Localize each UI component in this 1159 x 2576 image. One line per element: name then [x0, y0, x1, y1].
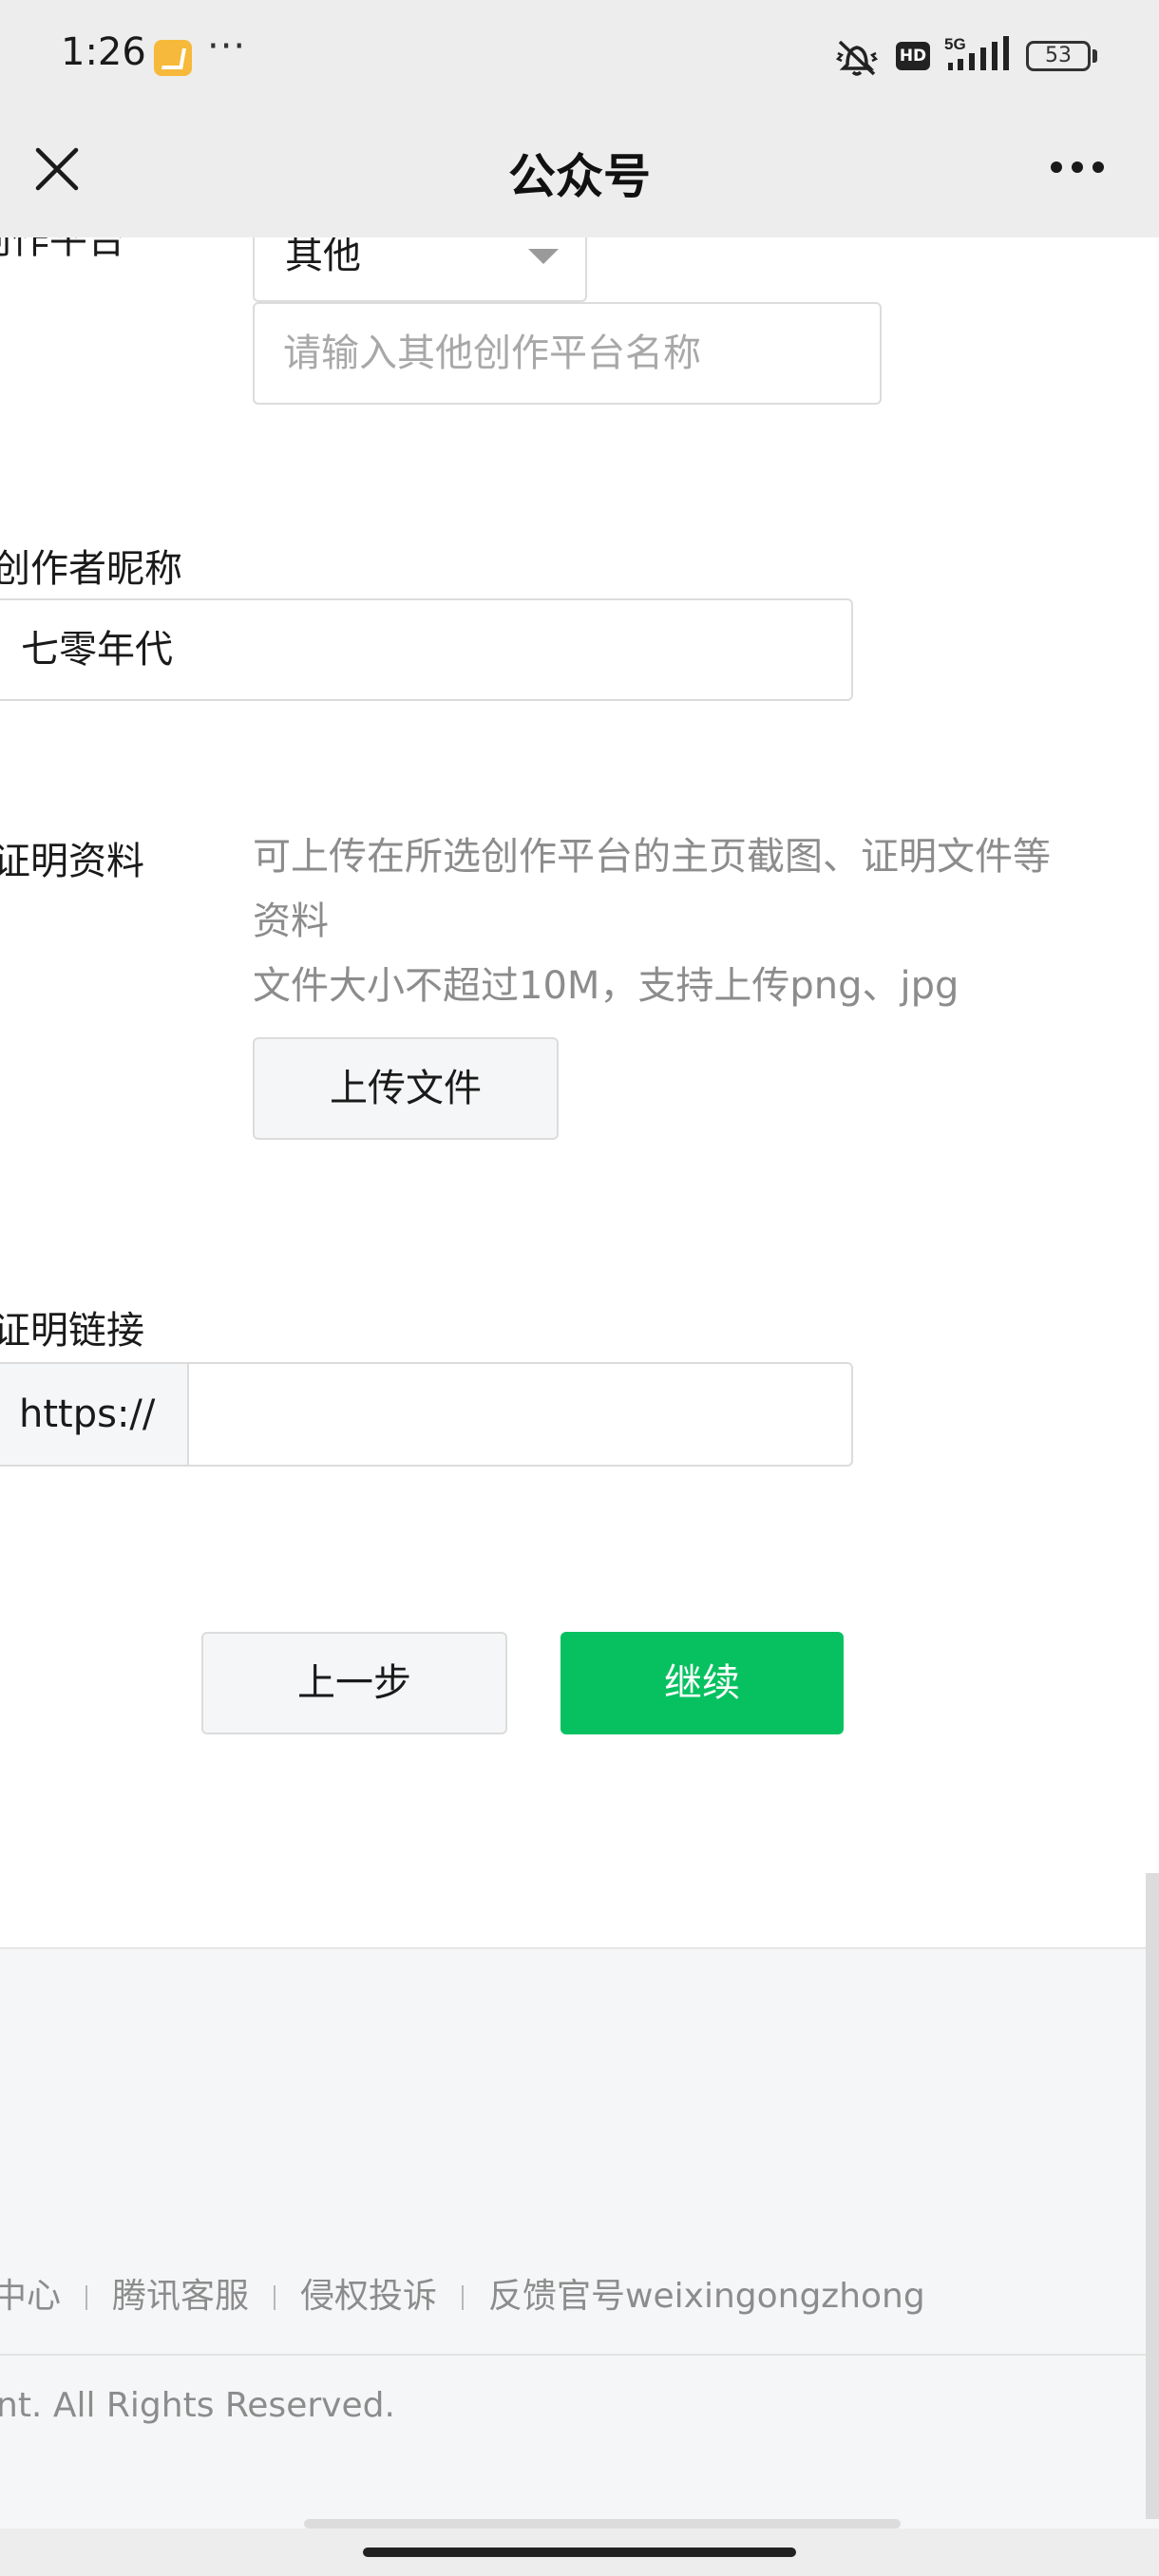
page: 1:26 ··· HD 5G 53 公众号 作平台 其他 请输入其他创作平台名称…: [0, 0, 1159, 2576]
copyright-text: nt. All Rights Reserved.: [0, 2386, 395, 2425]
footer-link-tencent-support[interactable]: 腾讯客服: [112, 2277, 249, 2316]
footer-separator: [462, 2285, 465, 2310]
nickname-input[interactable]: 七零年代: [0, 598, 853, 701]
nav-bar: 公众号: [0, 112, 1159, 237]
url-prefix-text: https://: [19, 1392, 156, 1436]
url-prefix: https://: [0, 1364, 189, 1465]
home-indicator[interactable]: [363, 2548, 796, 2557]
footer: 中心 腾讯客服 侵权投诉 反馈官号weixingongzhong nt. All Ri…: [0, 1947, 1159, 2538]
status-time: 1:26: [61, 30, 146, 74]
vibrate-mute-icon: [835, 40, 879, 76]
footer-links: 中心 腾讯客服 侵权投诉 反馈官号weixingongzhong: [0, 2268, 925, 2318]
more-notifications-icon: ···: [207, 25, 247, 68]
network-type-label: 5G: [944, 35, 966, 53]
proof-link-field: https://: [0, 1362, 853, 1467]
footer-link-feedback[interactable]: 反馈官号weixingongzhong: [488, 2277, 925, 2316]
proof-material-label: 证明资料: [0, 840, 144, 883]
notes-app-icon: [154, 40, 192, 76]
battery-tip: [1092, 49, 1097, 63]
form-content: 创作平台 其他 创作者昵称 七零年代 证明资料 可上传在所选创作平台的主页截图、…: [0, 237, 1159, 1947]
vertical-scrollbar[interactable]: [1146, 1873, 1159, 2519]
chevron-down-icon: [528, 249, 559, 264]
page-title: 公众号: [508, 149, 651, 204]
proof-hint-requirements: 可上传在所选创作平台的主页截图、证明文件等资料: [253, 835, 1051, 943]
footer-link-infringement-report[interactable]: 侵权投诉: [300, 2277, 437, 2316]
footer-separator: [274, 2285, 276, 2310]
platform-select-value: 其他: [285, 237, 361, 277]
footer-link-center[interactable]: 中心: [0, 2277, 61, 2316]
proof-hint: 可上传在所选创作平台的主页截图、证明文件等资料 文件大小不超过10M，支持上传p…: [253, 824, 1051, 1018]
other-platform-input[interactable]: [253, 302, 882, 405]
proof-link-label: 证明链接: [0, 1309, 144, 1353]
platform-label: 创作平台: [0, 237, 125, 262]
continue-button[interactable]: 继续: [560, 1632, 844, 1734]
footer-separator: [86, 2285, 88, 2310]
proof-link-input[interactable]: [189, 1364, 845, 1465]
nickname-label: 创作者昵称: [0, 547, 182, 591]
hd-voice-badge: HD: [896, 42, 930, 70]
footer-divider: [0, 2354, 1159, 2356]
proof-hint-file-limits: 文件大小不超过10M，支持上传png、jpg: [253, 964, 960, 1008]
previous-step-button[interactable]: 上一步: [201, 1632, 507, 1734]
horizontal-scrollbar[interactable]: [304, 2519, 901, 2529]
cellular-signal-icon: 5G: [944, 35, 1009, 70]
upload-file-button[interactable]: 上传文件: [253, 1037, 559, 1140]
more-menu-icon[interactable]: [1049, 158, 1106, 177]
status-bar: 1:26 ··· HD 5G 53: [0, 0, 1159, 112]
platform-select[interactable]: 其他: [253, 237, 587, 302]
nickname-value: 七零年代: [21, 628, 173, 672]
battery-icon: 53: [1026, 41, 1091, 71]
